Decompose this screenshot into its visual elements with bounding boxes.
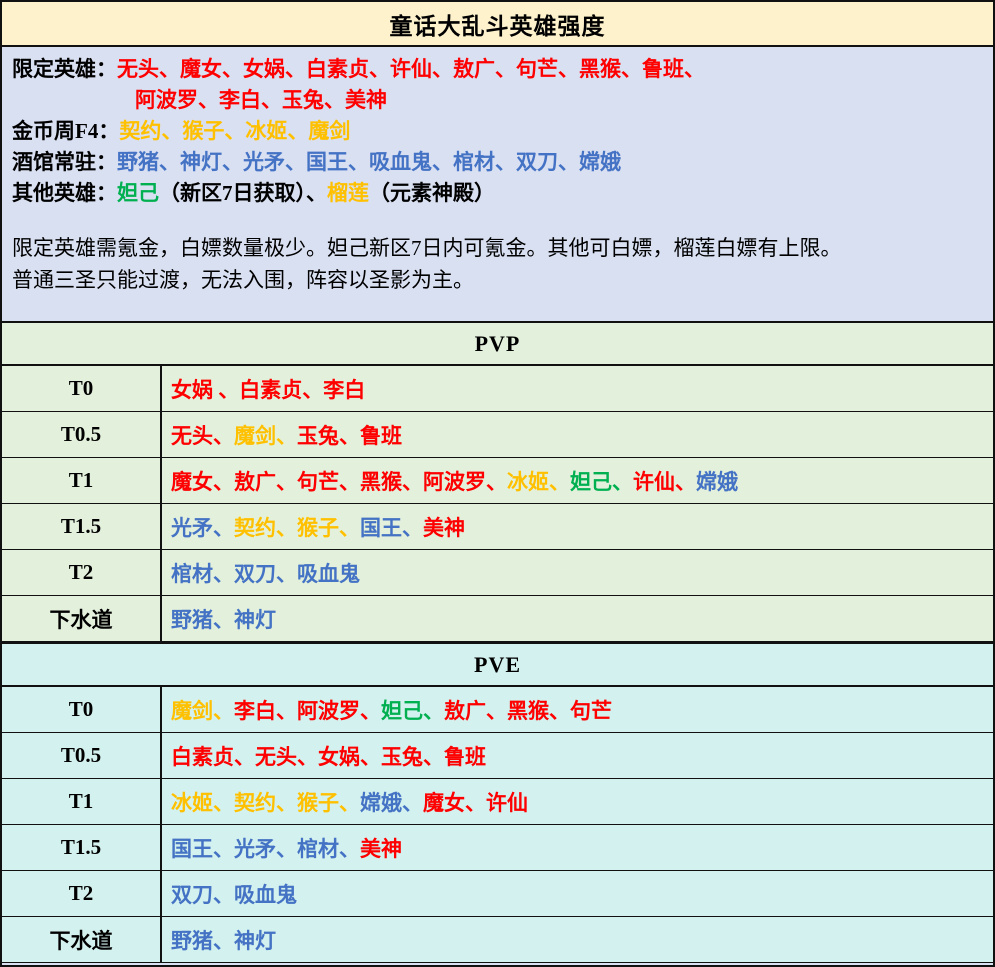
roster-line-other: 其他英雄：妲己（新区7日获取）、榴莲（元素神殿） xyxy=(12,178,983,209)
note-line: 限定英雄需氪金，白嫖数量极少。妲己新区7日内可氪金。其他可白嫖，榴莲白嫖有上限。 xyxy=(12,232,983,264)
tier-label-cell: T2 xyxy=(2,871,162,916)
table-row: T2 双刀、吸血鬼 xyxy=(2,871,993,917)
tier-label-cell: T0 xyxy=(2,687,162,732)
hero-text-segment: 国王、光矛、棺材、 xyxy=(171,833,360,863)
hero-text-segment: 无头、魔女、女娲、白素贞、许仙、敖广、句芒、黑猴、鲁班、 xyxy=(117,57,705,81)
roster-heroes: 无头、魔女、女娲、白素贞、许仙、敖广、句芒、黑猴、鲁班、 xyxy=(117,57,705,81)
table-row: T1.5 国王、光矛、棺材、美神 xyxy=(2,825,993,871)
tier-label-cell: T0 xyxy=(2,366,162,411)
tier-heroes-cell: 光矛、契约、猴子、国王、美神 xyxy=(162,504,993,549)
hero-text-segment: 国王、 xyxy=(360,512,423,542)
hero-text-segment: 契约、猴子、冰姬、魔剑 xyxy=(119,119,350,143)
tier-heroes-cell: 野猪、神灯 xyxy=(162,917,993,962)
roster-label: 其他英雄： xyxy=(12,181,117,205)
tier-label-cell: T1.5 xyxy=(2,504,162,549)
tier-label-cell: 下水道 xyxy=(2,917,162,962)
tier-label-cell: 下水道 xyxy=(2,596,162,641)
hero-text-segment: 野猪、神灯 xyxy=(171,925,276,955)
tier-heroes-cell: 野猪、神灯 xyxy=(162,596,993,641)
hero-text-segment: 魔剑、 xyxy=(171,695,234,725)
page-title: 童话大乱斗英雄强度 xyxy=(2,2,993,47)
tier-heroes-cell: 双刀、吸血鬼 xyxy=(162,871,993,916)
hero-text-segment: 女娲 、白素贞、李白 xyxy=(171,374,365,404)
hero-text-segment: 许仙、 xyxy=(633,466,696,496)
tier-heroes-cell: 棺材、双刀、吸血鬼 xyxy=(162,550,993,595)
hero-text-segment: 妲己、 xyxy=(570,466,633,496)
tier-heroes-cell: 无头、魔剑、玉兔、鲁班 xyxy=(162,412,993,457)
hero-text-segment: 冰姬、 xyxy=(507,466,570,496)
note-line: 普通三圣只能过渡，无法入围，阵容以圣影为主。 xyxy=(12,264,983,296)
hero-text-segment: 双刀、吸血鬼 xyxy=(171,879,297,909)
table-row: T1 魔女、敖广、句芒、黑猴、阿波罗、冰姬、妲己、许仙、嫦娥 xyxy=(2,458,993,504)
tier-label-cell: T0.5 xyxy=(2,412,162,457)
pvp-table: PVP T0 女娲 、白素贞、李白 T0.5 无头、魔剑、玉兔、鲁班 T1 魔女… xyxy=(2,321,993,642)
tier-heroes-cell: 白素贞、无头、女娲、玉兔、鲁班 xyxy=(162,733,993,778)
hero-tier-list-page: 童话大乱斗英雄强度 限定英雄：无头、魔女、女娲、白素贞、许仙、敖广、句芒、黑猴、… xyxy=(0,0,995,967)
roster-heroes: 野猪、神灯、光矛、国王、吸血鬼、棺材、双刀、嫦娥 xyxy=(117,150,621,174)
hero-text-segment: 玉兔、鲁班 xyxy=(297,420,402,450)
hero-text-segment: 契约、猴子、 xyxy=(234,512,360,542)
roster-heroes: 契约、猴子、冰姬、魔剑 xyxy=(119,119,350,143)
hero-text-segment: 敖广、黑猴、句芒 xyxy=(444,695,612,725)
roster-heroes: 阿波罗、李白、玉兔、美神 xyxy=(135,88,387,112)
tier-heroes-cell: 魔剑、李白、阿波罗、妲己、敖广、黑猴、句芒 xyxy=(162,687,993,732)
tier-label-cell: T0.5 xyxy=(2,733,162,778)
tier-label-cell: T1 xyxy=(2,779,162,824)
pve-table: PVE T0 魔剑、李白、阿波罗、妲己、敖广、黑猴、句芒 T0.5 白素贞、无头… xyxy=(2,642,993,963)
hero-text-segment: 妲己、 xyxy=(381,695,444,725)
roster-line-goldweek: 金币周F4：契约、猴子、冰姬、魔剑 xyxy=(12,116,983,147)
hero-text-segment: 妲己 xyxy=(117,181,159,205)
table-row: T0.5 无头、魔剑、玉兔、鲁班 xyxy=(2,412,993,458)
hero-text-segment: 白素贞、无头、女娲、玉兔、鲁班 xyxy=(171,741,486,771)
roster-label: 金币周F4： xyxy=(12,119,119,143)
tier-label-cell: T1 xyxy=(2,458,162,503)
hero-text-segment: 阿波罗、李白、玉兔、美神 xyxy=(135,88,387,112)
hero-text-segment: 魔女、敖广、句芒、黑猴、阿波罗、 xyxy=(171,466,507,496)
hero-text-segment: 冰姬、契约、猴子、 xyxy=(171,787,360,817)
hero-text-segment: （新区7日获取）、 xyxy=(159,181,327,205)
pvp-header: PVP xyxy=(2,323,993,366)
hero-text-segment: 嫦娥 xyxy=(696,466,738,496)
table-row: 下水道 野猪、神灯 xyxy=(2,596,993,642)
hero-text-segment: 李白、阿波罗、 xyxy=(234,695,381,725)
tier-heroes-cell: 冰姬、契约、猴子、嫦娥、魔女、许仙 xyxy=(162,779,993,824)
tier-heroes-cell: 国王、光矛、棺材、美神 xyxy=(162,825,993,870)
table-row: T1.5 光矛、契约、猴子、国王、美神 xyxy=(2,504,993,550)
tier-label-cell: T1.5 xyxy=(2,825,162,870)
hero-text-segment: 无头、 xyxy=(171,420,234,450)
hero-text-segment: 美神 xyxy=(423,512,465,542)
table-row: T2 棺材、双刀、吸血鬼 xyxy=(2,550,993,596)
hero-text-segment: 棺材、双刀、吸血鬼 xyxy=(171,558,360,588)
tier-heroes-cell: 魔女、敖广、句芒、黑猴、阿波罗、冰姬、妲己、许仙、嫦娥 xyxy=(162,458,993,503)
hero-text-segment: 榴莲 xyxy=(327,181,369,205)
roster-line-limited: 限定英雄：无头、魔女、女娲、白素贞、许仙、敖广、句芒、黑猴、鲁班、 xyxy=(12,54,983,85)
pve-header: PVE xyxy=(2,644,993,687)
hero-text-segment: 嫦娥、 xyxy=(360,787,423,817)
roster-heroes: 妲己（新区7日获取）、榴莲（元素神殿） xyxy=(117,181,495,205)
roster-section: 限定英雄：无头、魔女、女娲、白素贞、许仙、敖广、句芒、黑猴、鲁班、 阿波罗、李白… xyxy=(2,47,993,321)
hero-text-segment: 魔女、许仙 xyxy=(423,787,528,817)
roster-label: 限定英雄： xyxy=(12,57,117,81)
hero-text-segment: （元素神殿） xyxy=(369,181,495,205)
table-row: T0 女娲 、白素贞、李白 xyxy=(2,366,993,412)
tier-label-cell: T2 xyxy=(2,550,162,595)
table-row: T1 冰姬、契约、猴子、嫦娥、魔女、许仙 xyxy=(2,779,993,825)
roster-notes: 限定英雄需氪金，白嫖数量极少。妲己新区7日内可氪金。其他可白嫖，榴莲白嫖有上限。… xyxy=(12,232,983,296)
tier-heroes-cell: 女娲 、白素贞、李白 xyxy=(162,366,993,411)
roster-line-tavern: 酒馆常驻：野猪、神灯、光矛、国王、吸血鬼、棺材、双刀、嫦娥 xyxy=(12,147,983,178)
roster-line-limited-cont: 阿波罗、李白、玉兔、美神 xyxy=(12,85,983,116)
hero-text-segment: 魔剑、 xyxy=(234,420,297,450)
table-row: T0.5 白素贞、无头、女娲、玉兔、鲁班 xyxy=(2,733,993,779)
roster-label: 酒馆常驻： xyxy=(12,150,117,174)
hero-text-segment: 光矛、 xyxy=(171,512,234,542)
hero-text-segment: 野猪、神灯 xyxy=(171,604,276,634)
table-row: 下水道 野猪、神灯 xyxy=(2,917,993,963)
table-row: T0 魔剑、李白、阿波罗、妲己、敖广、黑猴、句芒 xyxy=(2,687,993,733)
hero-text-segment: 野猪、神灯、光矛、国王、吸血鬼、棺材、双刀、嫦娥 xyxy=(117,150,621,174)
hero-text-segment: 美神 xyxy=(360,833,402,863)
